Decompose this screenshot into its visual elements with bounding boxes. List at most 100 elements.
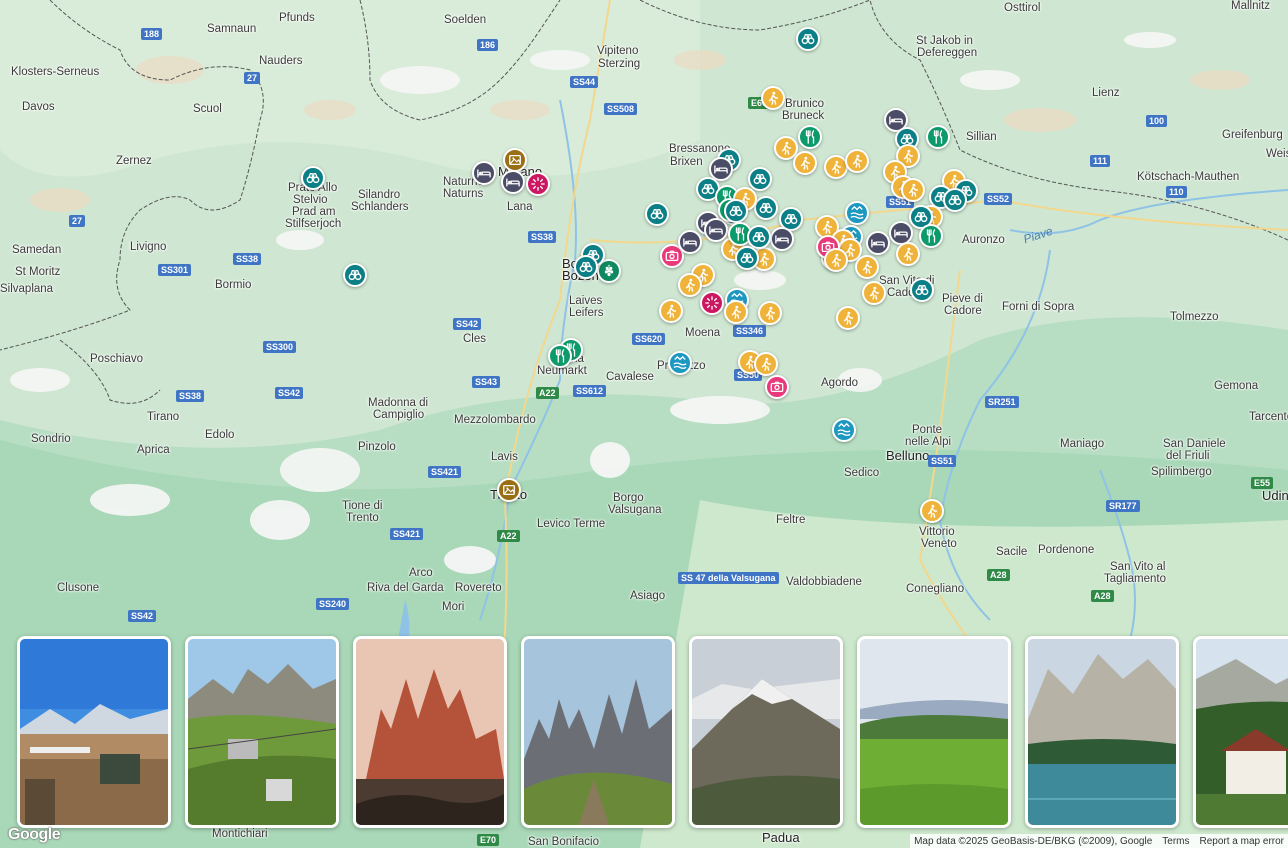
map-pin-hike[interactable]	[761, 86, 785, 110]
map-pin-hike[interactable]	[896, 242, 920, 266]
map-pin-hotel[interactable]	[866, 231, 890, 255]
map-pin-binoculars[interactable]	[724, 199, 748, 223]
restaurant-icon	[924, 229, 938, 243]
hotel-icon	[871, 236, 885, 250]
hotel-icon	[506, 175, 520, 189]
road-shield-rss508: SS508	[604, 103, 638, 115]
place-label-gemona: Gemona	[1214, 380, 1259, 392]
report-map-error-link[interactable]: Report a map error	[1200, 836, 1284, 847]
map-pin-hotel[interactable]	[770, 227, 794, 251]
photo-card-lake[interactable]	[1025, 636, 1179, 828]
photo-redpeaks	[356, 639, 504, 825]
binoculars-icon	[801, 32, 815, 46]
road-shield-re55: E55	[1251, 477, 1274, 489]
map-pin-hotel[interactable]	[472, 161, 496, 185]
hike-icon	[860, 260, 874, 274]
map-pin-binoculars[interactable]	[574, 255, 598, 279]
map-pin-binoculars[interactable]	[747, 225, 771, 249]
map-pin-museum[interactable]	[503, 148, 527, 172]
road-shield-r186: 186	[477, 39, 499, 51]
map-pin-lake[interactable]	[668, 351, 692, 375]
google-logo: Google	[8, 826, 61, 843]
place-label-conegliano: Conegliano	[906, 583, 965, 595]
place-label-sterzing: Sterzing	[598, 58, 641, 70]
place-label-lienz: Lienz	[1092, 87, 1120, 99]
map-pin-hike[interactable]	[901, 178, 925, 202]
road-shield-r188: 188	[141, 28, 163, 40]
map-pin-hike[interactable]	[678, 273, 702, 297]
map-pin-hike[interactable]	[855, 255, 879, 279]
map-pin-hike[interactable]	[724, 300, 748, 324]
binoculars-icon	[650, 207, 664, 221]
photo-card-spires[interactable]	[521, 636, 675, 828]
map-pin-binoculars[interactable]	[735, 246, 759, 270]
place-label-vittorio1: Vittorio	[919, 526, 955, 538]
map-pin-restaurant[interactable]	[919, 224, 943, 248]
map-pin-hotel[interactable]	[704, 218, 728, 242]
lake-icon	[850, 206, 864, 220]
place-label-zernez: Zernez	[116, 155, 152, 167]
map-pin-binoculars[interactable]	[943, 188, 967, 212]
place-label-auronzo: Auronzo	[962, 234, 1005, 246]
photo-carousel[interactable]	[0, 632, 1288, 836]
photo-village	[1196, 639, 1288, 825]
wine-icon	[602, 264, 616, 278]
map-pin-binoculars[interactable]	[748, 167, 772, 191]
road-shield-r111: 111	[1090, 155, 1111, 167]
map-pin-hike[interactable]	[758, 301, 782, 325]
event-icon	[531, 177, 545, 191]
map-pin-lake[interactable]	[832, 418, 856, 442]
map-pin-hike[interactable]	[754, 352, 778, 376]
place-label-stjakob2: Defereggen	[917, 47, 978, 59]
place-label-valdobbiadene: Valdobbiadene	[786, 576, 862, 588]
binoculars-icon	[752, 230, 766, 244]
map-pin-hotel[interactable]	[678, 230, 702, 254]
map-pin-restaurant[interactable]	[548, 344, 572, 368]
road-shield-rss38a: SS38	[528, 231, 557, 243]
place-label-asiago: Asiago	[630, 590, 666, 602]
photo-cablecar	[188, 639, 336, 825]
photo-card-meadow[interactable]	[857, 636, 1011, 828]
road-shield-rss42b: SS42	[275, 387, 304, 399]
map-pin-event[interactable]	[526, 172, 550, 196]
map-pin-hike[interactable]	[793, 151, 817, 175]
map-pin-hike[interactable]	[845, 149, 869, 173]
map-pin-binoculars[interactable]	[910, 278, 934, 302]
place-label-brunico: Brunico	[785, 98, 824, 110]
map-pin-event[interactable]	[700, 291, 724, 315]
map-pin-hike[interactable]	[836, 306, 860, 330]
map-pin-hotel[interactable]	[501, 170, 525, 194]
place-label-klosters: Klosters-Serneus	[11, 66, 100, 78]
map-pin-restaurant[interactable]	[926, 125, 950, 149]
map-pin-binoculars[interactable]	[645, 202, 669, 226]
road-shield-rss42a: SS42	[453, 318, 482, 330]
photo-card-terrace[interactable]	[17, 636, 171, 828]
map-pin-binoculars[interactable]	[754, 196, 778, 220]
road-shield-rss47: SS 47 della Valsugana	[678, 572, 779, 584]
place-label-sanvitot2: Tagliamento	[1104, 573, 1167, 585]
photo-card-cablecar[interactable]	[185, 636, 339, 828]
photo-card-mountain[interactable]	[689, 636, 843, 828]
photo-icon	[665, 249, 679, 263]
photo-card-village[interactable]	[1193, 636, 1288, 828]
map-pin-hike[interactable]	[920, 499, 944, 523]
hotel-icon	[775, 232, 789, 246]
map-pin-binoculars[interactable]	[301, 166, 325, 190]
restaurant-icon	[803, 130, 817, 144]
place-label-sandaniele1: San Daniele	[1163, 438, 1226, 450]
map-pin-binoculars[interactable]	[343, 263, 367, 287]
place-label-aprica: Aprica	[137, 444, 170, 456]
place-label-udine: Udin	[1262, 488, 1288, 503]
map-pin-binoculars[interactable]	[796, 27, 820, 51]
road-shield-rss421b: SS421	[390, 528, 424, 540]
map-pin-lake[interactable]	[845, 201, 869, 225]
map-pin-hike[interactable]	[824, 248, 848, 272]
terms-link[interactable]: Terms	[1162, 836, 1189, 847]
map-pin-hike[interactable]	[862, 281, 886, 305]
map-pin-photo[interactable]	[765, 375, 789, 399]
map-pin-museum[interactable]	[497, 478, 521, 502]
map-pin-hike[interactable]	[659, 299, 683, 323]
map-pin-restaurant[interactable]	[798, 125, 822, 149]
place-label-spilimbergo: Spilimbergo	[1151, 466, 1212, 478]
photo-card-redpeaks[interactable]	[353, 636, 507, 828]
